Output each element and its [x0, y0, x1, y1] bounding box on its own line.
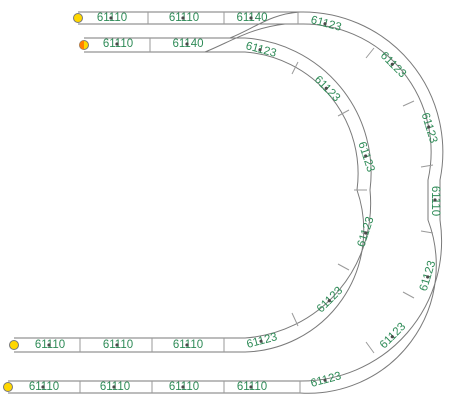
track-layout-canvas[interactable]: 61110 61110 61140 61123 61123 61123 6111…	[0, 0, 460, 408]
outer-bottom-labels: 61110 61110 61110 61110	[29, 381, 267, 393]
end-marker-inner-bottom[interactable]	[9, 340, 19, 350]
end-marker-outer-top[interactable]	[73, 13, 83, 23]
end-marker-inner-top[interactable]	[79, 40, 89, 50]
outer-loop-rails	[8, 11, 444, 394]
end-markers[interactable]	[3, 13, 89, 392]
inner-top-labels: 61110 61140 61123 61123 61123 61123 6112…	[103, 38, 377, 351]
end-marker-outer-bottom[interactable]	[3, 382, 13, 392]
inner-bottom-labels: 61110 61110 61110	[35, 339, 203, 351]
